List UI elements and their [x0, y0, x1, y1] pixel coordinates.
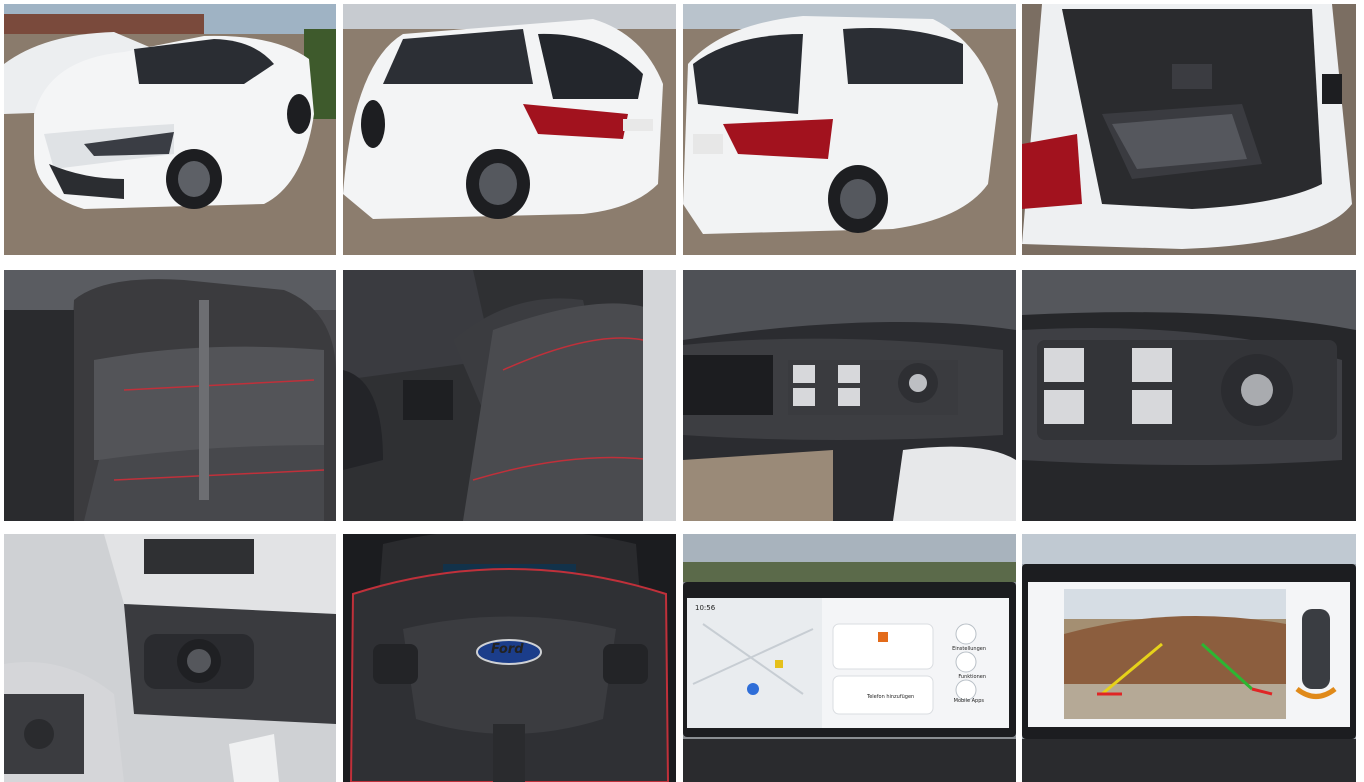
photo-front-seats[interactable] [343, 270, 676, 521]
infotainment-map-image [683, 534, 1016, 782]
rear-camera-image [1022, 534, 1356, 782]
photo-rear-quarter[interactable] [343, 4, 676, 255]
photo-steering-wheel[interactable]: Ford [343, 534, 676, 782]
rear-quarter-image [343, 4, 676, 255]
trunk-image [1022, 4, 1356, 255]
door-controls-image [683, 270, 1016, 521]
photo-window-switches[interactable] [1022, 270, 1356, 521]
photo-rear-left[interactable] [683, 4, 1016, 255]
photo-front-exterior[interactable] [4, 4, 336, 255]
screen-mobile-label: Mobile Apps [953, 698, 984, 704]
photo-driver-door-controls[interactable] [683, 270, 1016, 521]
window-switches-image [1022, 270, 1356, 521]
photo-trunk[interactable] [1022, 4, 1356, 255]
screen-phone-label: Telefon hinzufügen [867, 694, 915, 700]
front-seats-image [343, 270, 676, 521]
steering-wheel-image [343, 534, 676, 782]
screen-settings-label: Einstellungen [952, 646, 986, 652]
screen-functions-label: Funktionen [958, 674, 986, 680]
ford-logo-text: Ford [491, 642, 524, 657]
photo-light-switch[interactable] [4, 534, 336, 782]
rear-seats-image [4, 270, 336, 521]
photo-gallery: Ford 10:56 Einstellungen Funktionen Tele… [0, 0, 1364, 782]
rear-left-image [683, 4, 1016, 255]
photo-rear-camera[interactable] [1022, 534, 1356, 782]
photo-rear-seats[interactable] [4, 270, 336, 521]
photo-infotainment-map[interactable]: 10:56 Einstellungen Funktionen Telefon h… [683, 534, 1016, 782]
light-switch-image [4, 534, 336, 782]
screen-time: 10:56 [695, 604, 716, 612]
front-car-image [4, 4, 336, 255]
